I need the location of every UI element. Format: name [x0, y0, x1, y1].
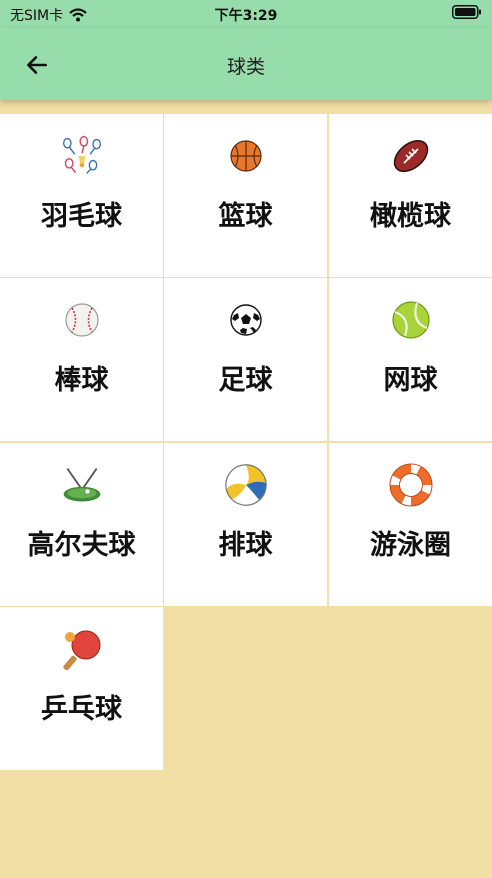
grid-item-label: 排球 [218, 530, 273, 561]
grid-item-label: 棒球 [54, 365, 109, 396]
grid-item-golf[interactable]: 高尔夫球 [0, 443, 163, 606]
rugby-ball-icon [389, 134, 433, 178]
baseball-icon [60, 298, 104, 342]
grid-item-rugby[interactable]: 橄榄球 [329, 114, 492, 277]
grid-item-label: 羽毛球 [41, 201, 122, 232]
status-time: 下午3:29 [214, 8, 278, 24]
app-bar: 球类 [0, 28, 492, 100]
badminton-icon [60, 134, 104, 178]
grid-item-swim-ring[interactable]: 游泳圈 [329, 443, 492, 606]
grid-item-label: 乒乓球 [41, 694, 122, 725]
golf-icon [60, 463, 104, 507]
grid-item-volleyball[interactable]: 排球 [164, 443, 327, 606]
basketball-icon [224, 134, 268, 178]
page-title: 球类 [226, 56, 265, 78]
ping-pong-icon [60, 627, 104, 671]
grid-item-badminton[interactable]: 羽毛球 [0, 114, 163, 277]
swim-ring-icon [388, 463, 433, 507]
grid-item-basketball[interactable]: 篮球 [164, 114, 327, 277]
grid-item-label: 橄榄球 [370, 201, 451, 232]
battery-icon [452, 5, 482, 23]
grid-item-tennis[interactable]: 网球 [329, 278, 492, 441]
status-bar: 无SIM卡 下午3:29 [0, 0, 492, 28]
grid-item-label: 高尔夫球 [27, 530, 136, 561]
grid-item-label: 网球 [383, 365, 438, 396]
soccer-ball-icon [224, 298, 268, 342]
grid-item-label: 篮球 [218, 201, 273, 232]
volleyball-icon [224, 463, 268, 507]
grid-item-baseball[interactable]: 棒球 [0, 278, 163, 441]
grid-item-label: 足球 [218, 365, 273, 396]
grid-item-soccer[interactable]: 足球 [164, 278, 327, 441]
grid-item-ping-pong[interactable]: 乒乓球 [0, 607, 163, 770]
tennis-ball-icon [389, 298, 433, 342]
grid-item-label: 游泳圈 [370, 530, 451, 561]
